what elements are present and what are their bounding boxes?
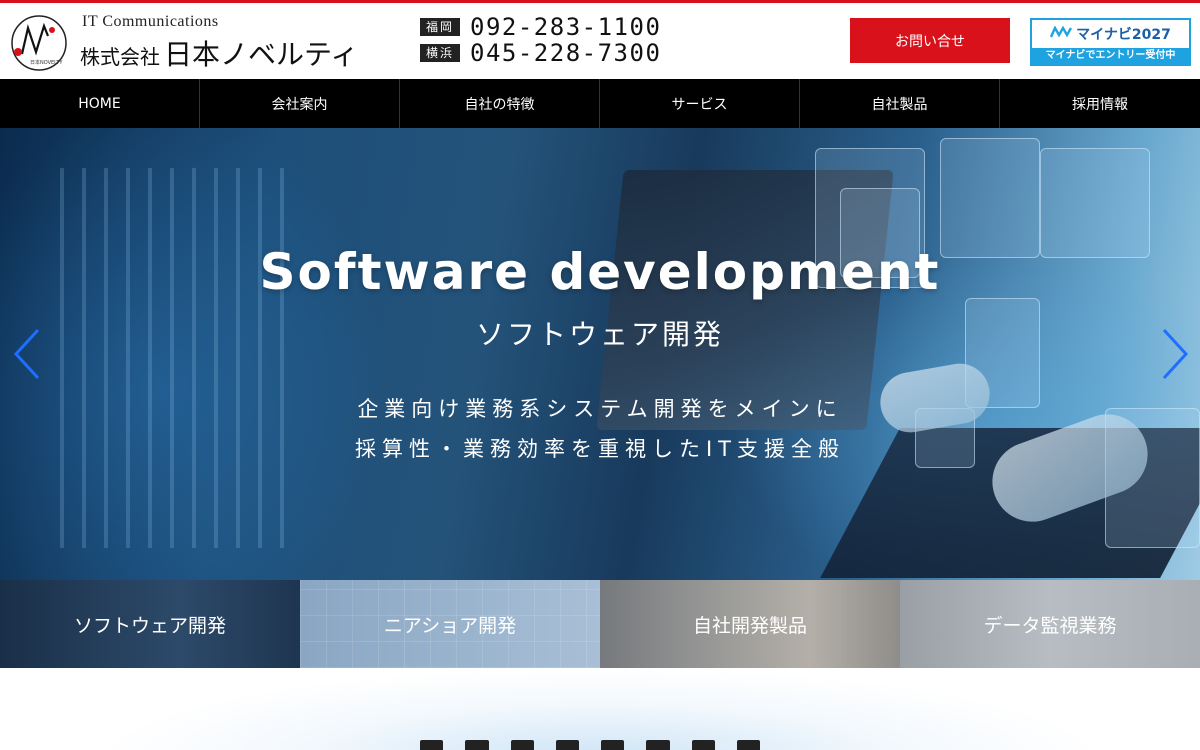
nav-item-services[interactable]: サービス [600,79,800,128]
nav-item-features[interactable]: 自社の特徴 [400,79,600,128]
hero-floating-panel [940,138,1040,258]
tile-data-monitoring[interactable]: データ監視業務 [900,580,1200,668]
service-tiles: ソフトウェア開発 ニアショア開発 自社開発製品 データ監視業務 [0,580,1200,668]
company-name[interactable]: 株式会社 日本ノベルティ [80,33,358,73]
tile-label: 自社開発製品 [692,614,807,637]
mynavi-brand: マイナビ2027 [1076,27,1171,43]
nav-item-products[interactable]: 自社製品 [800,79,1000,128]
chevron-left-icon[interactable] [12,328,42,380]
chevron-right-icon[interactable] [1160,328,1190,380]
site-header: 日本NOVELTY IT Communications 株式会社 日本ノベルティ … [0,3,1200,79]
svg-text:日本NOVELTY: 日本NOVELTY [30,59,63,66]
mynavi-sub-label: マイナビでエントリー受付中 [1032,48,1189,64]
contact-button[interactable]: お問い合せ [850,18,1010,63]
company-tagline: IT Communications [82,13,219,30]
nav-item-home[interactable]: HOME [0,79,200,128]
tile-label: ニアショア開発 [383,614,517,637]
tile-nearshore-development[interactable]: ニアショア開発 [300,580,600,668]
tile-label: ソフトウェア開発 [73,614,226,637]
phone-number-fukuoka[interactable]: 092-283-1100 [470,13,661,41]
hero-description-line: 採算性・業務効率を重視したIT支援全般 [354,437,846,461]
phone-number-yokohama[interactable]: 045-228-7300 [470,39,661,67]
hero-subtitle: ソフトウェア開発 [475,318,724,351]
hero-title: Software development [259,243,941,301]
company-type: 株式会社 [80,45,160,69]
main-navigation: HOME 会社案内 自社の特徴 サービス 自社製品 採用情報 [0,79,1200,128]
mynavi-logo-icon [1050,25,1073,42]
mynavi-entry-banner[interactable]: マイナビ2027 マイナビでエントリー受付中 [1030,18,1191,66]
phone-yokohama[interactable]: 横浜 045-228-7300 [420,39,661,67]
next-section-heading-cropped [420,740,760,750]
city-label-fukuoka: 福岡 [420,18,460,36]
city-label-yokohama: 横浜 [420,44,460,62]
hero-floating-panel [1040,148,1150,258]
tile-own-products[interactable]: 自社開発製品 [600,580,900,668]
nav-item-company[interactable]: 会社案内 [200,79,400,128]
tile-software-development[interactable]: ソフトウェア開発 [0,580,300,668]
tile-label: データ監視業務 [983,614,1117,637]
hero-background-lights [60,168,300,548]
hero-slider: Software development ソフトウェア開発 企業向け業務系システ… [0,128,1200,580]
next-section-background [0,668,1200,750]
nav-item-recruit[interactable]: 採用情報 [1000,79,1200,128]
hero-description-line: 企業向け業務系システム開発をメインに [357,397,843,421]
company-title: 日本ノベルティ [164,38,359,71]
company-logo[interactable]: 日本NOVELTY [10,14,68,72]
phone-fukuoka[interactable]: 福岡 092-283-1100 [420,13,661,41]
